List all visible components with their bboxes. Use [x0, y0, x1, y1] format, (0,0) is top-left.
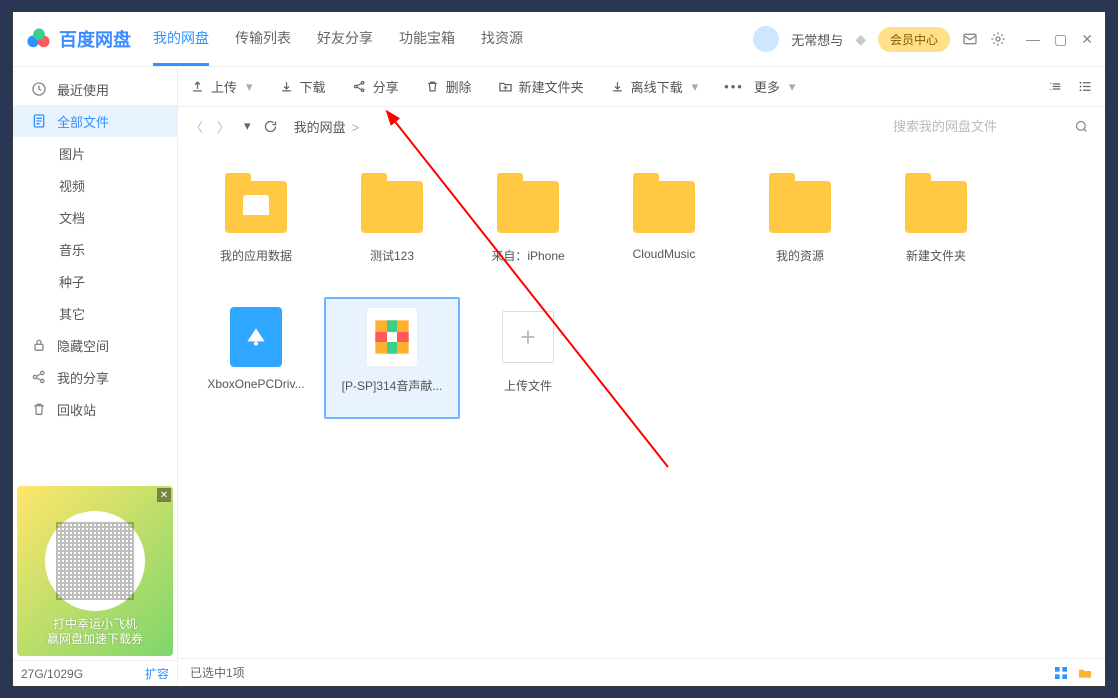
list-view-icon[interactable] [1078, 79, 1093, 94]
search-input[interactable] [893, 112, 1093, 140]
close-button[interactable]: ✕ [1081, 31, 1093, 48]
history-dropdown-icon[interactable]: ▾ [244, 118, 251, 134]
sidebar: 最近使用 全部文件 图片 视频 文档 音乐 种子 其它 隐藏空间 我的 [13, 67, 178, 686]
upload-icon [190, 79, 205, 94]
tab-my-cloud[interactable]: 我的网盘 [153, 12, 209, 66]
nav-forward-icon[interactable]: 〉 [217, 117, 230, 136]
trash-icon [31, 401, 47, 417]
sort-icon[interactable] [1049, 79, 1064, 94]
app-name: 百度网盘 [59, 26, 131, 52]
message-icon[interactable] [962, 31, 978, 47]
file-grid: 我的应用数据 测试123 来自：iPhone CloudMusic 我的资源 新… [178, 145, 1105, 658]
file-item[interactable]: XboxOnePCDriv... [188, 297, 324, 419]
app-logo: 百度网盘 [25, 25, 131, 53]
tab-friend-share[interactable]: 好友分享 [317, 12, 373, 66]
nav-back-icon[interactable]: 〈 [190, 117, 203, 136]
path-bar: 〈 〉 ▾ 我的网盘> [178, 107, 1105, 145]
sidebar-item-hidden[interactable]: 隐藏空间 [13, 329, 177, 361]
cloud-logo-icon [25, 25, 53, 53]
promo-text: 打中幸运小飞机 赢网盘加速下载券 [47, 617, 143, 648]
storage-bar: 27G/1029G 扩容 [13, 660, 177, 686]
folder-item[interactable]: 我的资源 [732, 167, 868, 289]
upload-button[interactable]: 上传▾ [190, 77, 253, 96]
search-box [893, 112, 1093, 140]
gear-icon[interactable] [990, 31, 1006, 47]
promo-banner[interactable]: ✕ 打中幸运小飞机 赢网盘加速下载券 [17, 486, 173, 656]
vip-diamond-icon[interactable]: ◆ [855, 31, 866, 48]
delete-button[interactable]: 删除 [425, 77, 472, 96]
delete-icon [425, 79, 440, 94]
share-button[interactable]: 分享 [352, 77, 399, 96]
cloud-download-icon [610, 79, 625, 94]
folder-view-icon[interactable] [1077, 665, 1093, 681]
archive-icon [372, 317, 412, 357]
more-button[interactable]: •••更多▾ [724, 77, 795, 96]
header: 百度网盘 我的网盘 传输列表 好友分享 功能宝箱 找资源 无常想与 ◆ 会员中心… [13, 12, 1105, 67]
maximize-button[interactable]: ▢ [1054, 31, 1067, 48]
lock-icon [31, 337, 47, 353]
share-nodes-icon [352, 79, 367, 94]
app-window: 百度网盘 我的网盘 传输列表 好友分享 功能宝箱 找资源 无常想与 ◆ 会员中心… [12, 11, 1106, 687]
window-controls: — ▢ ✕ [1026, 31, 1093, 48]
sidebar-item-videos[interactable]: 视频 [13, 169, 177, 201]
folder-item[interactable]: 测试123 [324, 167, 460, 289]
new-folder-icon [498, 79, 513, 94]
share-icon [31, 369, 47, 385]
sidebar-item-music[interactable]: 音乐 [13, 233, 177, 265]
minimize-button[interactable]: — [1026, 31, 1040, 48]
download-icon [279, 79, 294, 94]
storage-used: 27G/1029G [21, 667, 83, 681]
main: 上传▾ 下载 分享 删除 新建文件夹 离线下载▾ •••更多▾ 〈 〉 ▾ 我的… [178, 67, 1105, 686]
username[interactable]: 无常想与 [791, 30, 843, 49]
sidebar-item-other[interactable]: 其它 [13, 297, 177, 329]
sidebar-item-trash[interactable]: 回收站 [13, 393, 177, 425]
grid-view-icon[interactable] [1053, 665, 1069, 681]
sidebar-item-torrents[interactable]: 种子 [13, 265, 177, 297]
header-tabs: 我的网盘 传输列表 好友分享 功能宝箱 找资源 [153, 12, 523, 66]
disk-icon [243, 324, 269, 350]
sidebar-item-images[interactable]: 图片 [13, 137, 177, 169]
refresh-icon[interactable] [263, 119, 278, 134]
sidebar-label: 全部文件 [57, 112, 109, 131]
promo-qr-icon [45, 511, 145, 611]
clock-icon [31, 81, 47, 97]
avatar[interactable] [753, 26, 779, 52]
file-icon [31, 113, 47, 129]
folder-item[interactable]: 来自：iPhone [460, 167, 596, 289]
plus-icon: + [502, 311, 554, 363]
folder-item[interactable]: 我的应用数据 [188, 167, 324, 289]
member-center-button[interactable]: 会员中心 [878, 27, 950, 52]
sidebar-item-my-share[interactable]: 我的分享 [13, 361, 177, 393]
folder-item[interactable]: CloudMusic [596, 167, 732, 289]
status-bar: 已选中1项 [178, 658, 1105, 686]
new-folder-button[interactable]: 新建文件夹 [498, 77, 584, 96]
promo-close-icon[interactable]: ✕ [157, 488, 171, 502]
breadcrumb[interactable]: 我的网盘> [294, 117, 366, 136]
download-button[interactable]: 下载 [279, 77, 326, 96]
tab-transfers[interactable]: 传输列表 [235, 12, 291, 66]
sidebar-item-all-files[interactable]: 全部文件 [13, 105, 177, 137]
sidebar-item-docs[interactable]: 文档 [13, 201, 177, 233]
sidebar-label: 最近使用 [57, 80, 109, 99]
selection-status: 已选中1项 [190, 664, 245, 681]
toolbar: 上传▾ 下载 分享 删除 新建文件夹 离线下载▾ •••更多▾ [178, 67, 1105, 107]
header-right: 无常想与 ◆ 会员中心 — ▢ ✕ [753, 26, 1093, 52]
offline-download-button[interactable]: 离线下载▾ [610, 77, 699, 96]
expand-storage-link[interactable]: 扩容 [145, 665, 169, 682]
search-icon[interactable] [1074, 119, 1089, 134]
tab-toolbox[interactable]: 功能宝箱 [399, 12, 455, 66]
tab-find-resources[interactable]: 找资源 [481, 12, 523, 66]
upload-file-item[interactable]: +上传文件 [460, 297, 596, 419]
sidebar-item-recent[interactable]: 最近使用 [13, 73, 177, 105]
folder-item[interactable]: 新建文件夹 [868, 167, 1004, 289]
file-item-selected[interactable]: [P-SP]314音声献... [324, 297, 460, 419]
